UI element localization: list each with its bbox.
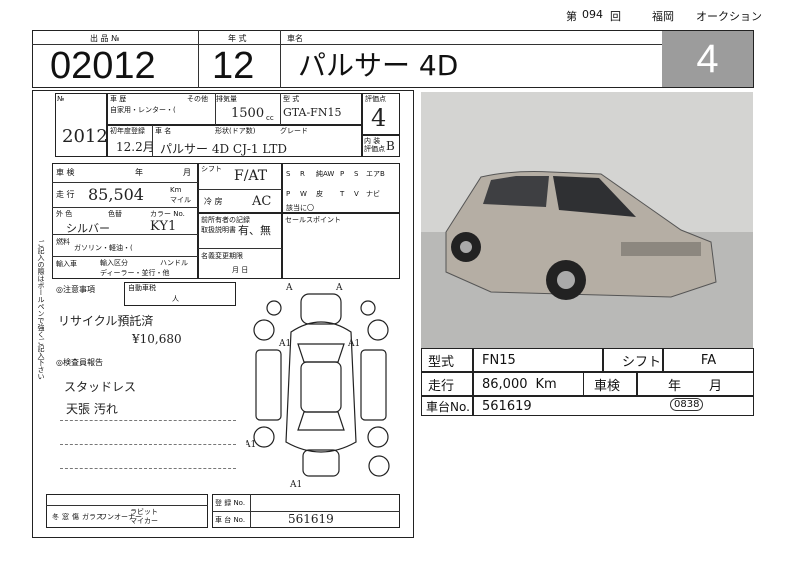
info-stamp: 0838	[670, 398, 704, 411]
carname-hand: パルサー 4D CJ-1 LTD	[160, 142, 287, 156]
info-inspection-label: 車検	[583, 372, 637, 396]
fuel-options: ガソリン・軽油・(	[74, 244, 133, 252]
damage-mark: A1	[289, 480, 302, 490]
info-mileage-unit: Km	[535, 376, 557, 392]
roof-outline	[300, 361, 342, 413]
info-model-label: 型式	[421, 348, 473, 372]
left-side-outline	[255, 349, 282, 421]
hand-number: 2012	[62, 126, 108, 147]
info-mileage-value: 86,000	[482, 376, 528, 392]
wheel-rr	[367, 426, 389, 448]
name-label: 車名	[287, 34, 303, 43]
sale-prefix: 第	[566, 10, 577, 23]
info-mileage-label: 走行	[421, 372, 473, 396]
info-shift-value: FA	[663, 348, 754, 372]
auction-name: オークション	[696, 10, 762, 23]
inspector-hand-2: 天張 汚れ	[66, 402, 118, 416]
car-side-window	[483, 176, 549, 207]
right-side-outline	[360, 349, 387, 421]
interior-hand: B	[386, 139, 395, 153]
displacement: 1500	[231, 106, 265, 121]
color-hand: シルバー	[66, 222, 110, 235]
damage-mark: A	[285, 283, 293, 293]
info-model-value: FN15	[473, 348, 603, 372]
lot-label: 出 品 №	[90, 34, 120, 43]
grade-score: 4	[662, 31, 753, 87]
notes-hand-1: リサイクル預託済	[58, 314, 154, 328]
wheel-fl	[253, 319, 275, 341]
sale-number: 094	[582, 8, 603, 21]
model-year: 12	[212, 45, 255, 87]
car-photo	[421, 92, 753, 348]
damage-mark: A1	[278, 339, 291, 349]
eval-hand: 4	[371, 104, 387, 132]
car-name: パルサー 4D	[298, 49, 459, 82]
side-note: ご記入の際はボールペンで強くご記入下さい	[37, 240, 45, 380]
wheel-rl	[253, 426, 275, 448]
wheel-fr	[367, 319, 389, 341]
import-options: ディーラー・並行・他	[100, 269, 170, 277]
windshield-outline	[297, 343, 345, 363]
damage-mark: A	[335, 283, 343, 293]
use-options: 自家用・レンター・(	[110, 106, 176, 114]
body-outline	[285, 321, 357, 453]
shift-hand: F/AT	[234, 168, 268, 184]
damage-mark: A1	[246, 440, 256, 450]
recall-hand: 有、無	[238, 224, 271, 237]
damage-diagram: A A A1 A1 A1 A1	[246, 283, 390, 490]
chassis-hand: 561619	[288, 512, 334, 526]
year-label: 年 式	[228, 34, 247, 43]
info-chassis-label: 車台No.	[421, 396, 473, 416]
auction-location: 福岡	[652, 10, 674, 23]
inspector-hand-1: スタッドレス	[64, 380, 137, 394]
color-code-hand: KY1	[150, 219, 177, 234]
mileage-hand: 85,504	[88, 185, 144, 204]
damage-mark: A1	[347, 339, 360, 349]
first-reg-hand: 12.2月	[116, 140, 155, 154]
trunk-outline	[302, 449, 340, 477]
hood-outline	[300, 293, 342, 325]
aircon-hand: AC	[252, 194, 272, 209]
rear-window-outline	[297, 411, 345, 431]
info-chassis-value: 561619	[482, 398, 532, 414]
sale-suffix: 回	[610, 10, 621, 23]
info-shift-label: シフト	[603, 348, 663, 372]
notes-hand-2: ¥10,680	[132, 332, 182, 346]
model-hand: GTA-FN15	[283, 106, 342, 119]
lot-number: 02012	[50, 45, 156, 87]
